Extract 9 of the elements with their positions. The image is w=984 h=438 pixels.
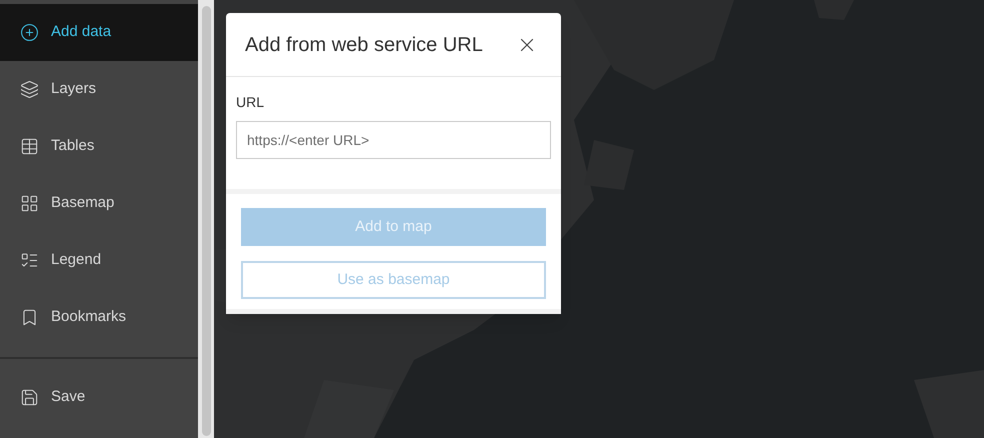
dialog-title: Add from web service URL [245,32,483,58]
add-circle-icon [20,23,39,42]
sidebar-item[interactable]: Add data [0,4,198,61]
layers-icon [20,80,39,99]
grid-icon [20,194,39,213]
url-field[interactable]: https://<enter URL> [236,121,551,159]
table-icon [20,137,39,156]
url-label: URL [236,93,266,112]
scrollbar-thumb[interactable] [202,6,210,436]
